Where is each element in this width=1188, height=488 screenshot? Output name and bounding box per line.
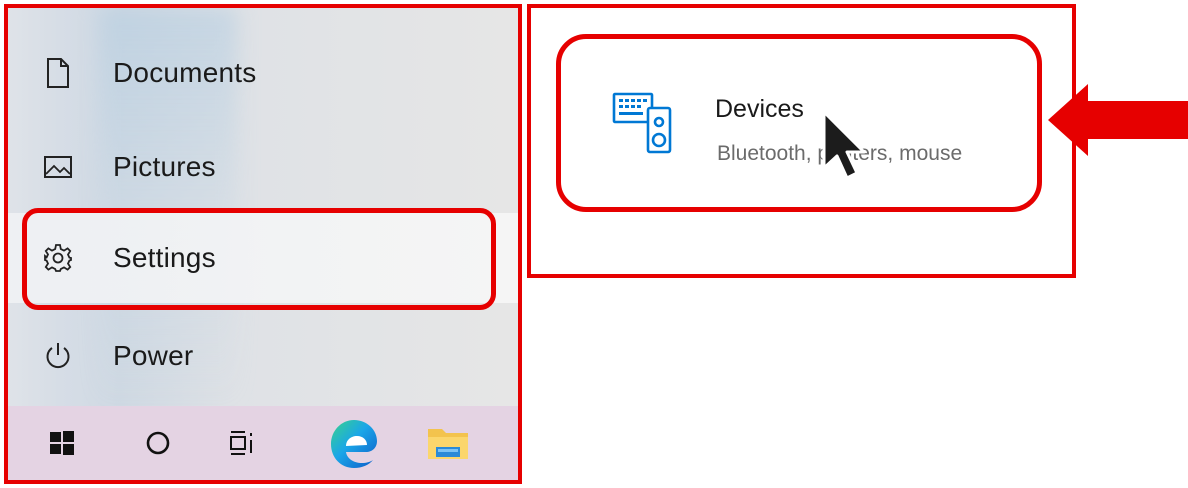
pictures-label: Pictures (113, 151, 216, 182)
devices-title: Devices (715, 95, 804, 123)
documents-label: Documents (113, 57, 257, 88)
start-button[interactable] (22, 406, 102, 480)
file-explorer-button[interactable] (408, 406, 488, 480)
task-view-button[interactable] (204, 406, 284, 480)
file-explorer-icon (428, 429, 468, 459)
devices-icon (612, 90, 676, 156)
start-menu-item-documents[interactable]: Documents (8, 28, 518, 118)
windows-logo-icon (50, 431, 74, 455)
power-icon (42, 340, 74, 372)
start-menu: Documents Pictures Settings Power (4, 4, 522, 484)
search-button[interactable] (118, 406, 198, 480)
start-menu-item-settings[interactable]: Settings (8, 213, 518, 303)
mouse-cursor-icon (818, 108, 882, 188)
taskbar (8, 406, 518, 480)
settings-label: Settings (113, 242, 216, 273)
red-pointer-arrow-icon (1048, 84, 1188, 156)
document-icon (42, 57, 74, 89)
start-menu-item-power[interactable]: Power (8, 311, 518, 401)
edge-browser-icon (331, 420, 377, 468)
power-label: Power (113, 340, 194, 371)
search-circle-icon (146, 431, 170, 455)
gear-icon (42, 242, 74, 274)
pictures-icon (42, 151, 74, 183)
edge-button[interactable] (314, 406, 394, 480)
start-menu-item-pictures[interactable]: Pictures (8, 122, 518, 212)
task-view-icon (230, 431, 252, 455)
